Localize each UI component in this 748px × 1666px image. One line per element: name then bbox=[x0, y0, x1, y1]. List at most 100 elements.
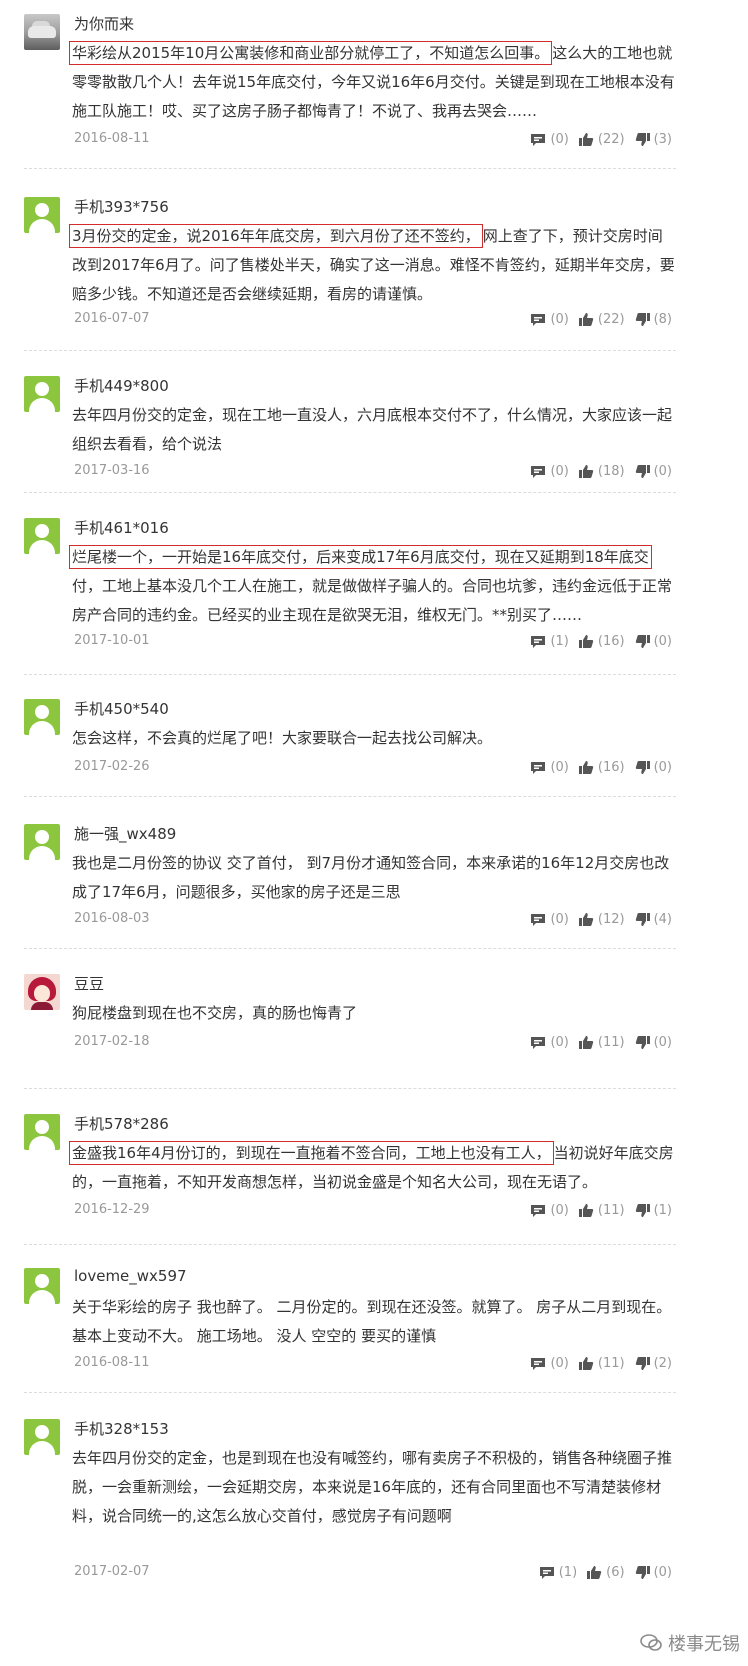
divider bbox=[24, 168, 676, 169]
dislike-button[interactable]: (0) bbox=[635, 1565, 672, 1580]
like-button[interactable]: (11) bbox=[578, 1356, 625, 1371]
username[interactable]: 手机461*016 bbox=[74, 517, 169, 538]
comment-date: 2017-02-26 bbox=[74, 759, 150, 774]
avatar[interactable] bbox=[24, 197, 60, 233]
reply-count: (0) bbox=[550, 1356, 569, 1371]
avatar[interactable] bbox=[24, 1114, 60, 1150]
divider bbox=[24, 674, 676, 675]
like-button[interactable]: (16) bbox=[578, 634, 625, 649]
username[interactable]: 手机393*756 bbox=[74, 196, 169, 217]
dislike-button[interactable]: (0) bbox=[635, 634, 672, 649]
comment-date: 2016-08-11 bbox=[74, 131, 150, 146]
divider bbox=[24, 1392, 676, 1393]
avatar[interactable] bbox=[24, 699, 60, 735]
username[interactable]: 为你而来 bbox=[74, 13, 134, 34]
like-button[interactable]: (12) bbox=[578, 912, 625, 927]
thumbs-down-icon bbox=[635, 1566, 650, 1579]
dislike-count: (3) bbox=[653, 132, 672, 147]
comment-body: 我也是二月份签的协议 交了首付， 到7月份才通知签合同，本来承诺的16年12月交… bbox=[72, 854, 670, 901]
highlight-box: 烂尾楼一个，一开始是16年底交付，后来变成17年6月底交付，现在又延期到18年底… bbox=[69, 545, 652, 569]
dislike-button[interactable]: (1) bbox=[635, 1203, 672, 1218]
like-count: (11) bbox=[597, 1035, 625, 1050]
avatar[interactable] bbox=[24, 824, 60, 860]
thumbs-down-icon bbox=[635, 635, 650, 648]
dislike-button[interactable]: (0) bbox=[635, 464, 672, 479]
comment-meta: 2016-07-07 (0) (22) (8) bbox=[0, 311, 748, 331]
like-button[interactable]: (22) bbox=[578, 132, 625, 147]
like-button[interactable]: (11) bbox=[578, 1203, 625, 1218]
reply-button[interactable]: (0) bbox=[530, 760, 569, 775]
dislike-button[interactable]: (4) bbox=[635, 912, 672, 927]
like-count: (22) bbox=[597, 312, 625, 327]
username[interactable]: 施一强_wx489 bbox=[74, 823, 176, 844]
dislike-button[interactable]: (0) bbox=[635, 760, 672, 775]
comment-date: 2017-03-16 bbox=[74, 463, 150, 478]
like-count: (11) bbox=[597, 1356, 625, 1371]
comment-text: 狗屁楼盘到现在也不交房，真的肠也悔青了 bbox=[72, 999, 676, 1028]
comment-icon bbox=[531, 465, 546, 478]
dislike-count: (0) bbox=[653, 760, 672, 775]
highlight-box: 3月份交的定金，说2016年年底交房，到六月份了还不签约， bbox=[69, 224, 483, 248]
dislike-count: (0) bbox=[653, 1035, 672, 1050]
username[interactable]: loveme_wx597 bbox=[74, 1267, 187, 1285]
wechat-icon bbox=[640, 1634, 662, 1651]
thumbs-up-icon bbox=[578, 465, 594, 478]
reply-button[interactable]: (0) bbox=[530, 312, 569, 327]
comment-meta: 2017-02-18 (0) (11) (0) bbox=[0, 1034, 748, 1054]
dislike-button[interactable]: (2) bbox=[635, 1356, 672, 1371]
comment-meta: 2017-02-26 (0) (16) (0) bbox=[0, 759, 748, 779]
dislike-button[interactable]: (3) bbox=[635, 132, 672, 147]
comment-body: 去年四月份交的定金，也是到现在也没有喊签约，哪有卖房子不积极的，销售各种绕圈子推… bbox=[72, 1449, 673, 1525]
thumbs-down-icon bbox=[635, 913, 650, 926]
like-count: (16) bbox=[597, 760, 625, 775]
reply-button[interactable]: (0) bbox=[530, 132, 569, 147]
highlight-box: 华彩绘从2015年10月公寓装修和商业部分就停工了，不知道怎么回事。 bbox=[69, 41, 553, 65]
reply-button[interactable]: (0) bbox=[530, 1203, 569, 1218]
reply-button[interactable]: (1) bbox=[539, 1565, 577, 1580]
thumbs-up-icon bbox=[578, 913, 594, 926]
comment-icon bbox=[531, 913, 546, 926]
like-button[interactable]: (11) bbox=[578, 1035, 625, 1050]
avatar[interactable] bbox=[24, 14, 60, 50]
like-button[interactable]: (18) bbox=[578, 464, 625, 479]
divider bbox=[24, 796, 676, 797]
username[interactable]: 手机450*540 bbox=[74, 698, 169, 719]
reply-count: (0) bbox=[550, 1203, 569, 1218]
username[interactable]: 手机328*153 bbox=[74, 1418, 169, 1439]
reply-count: (0) bbox=[550, 312, 569, 327]
thumbs-down-icon bbox=[635, 465, 650, 478]
username[interactable]: 手机578*286 bbox=[74, 1113, 169, 1134]
comment-body: 怎会这样，不会真的烂尾了吧！大家要联合一起去找公司解决。 bbox=[72, 729, 493, 747]
thumbs-down-icon bbox=[635, 1357, 650, 1370]
reply-button[interactable]: (0) bbox=[530, 1035, 569, 1050]
avatar[interactable] bbox=[24, 1419, 60, 1455]
like-count: (6) bbox=[606, 1565, 625, 1580]
reply-button[interactable]: (1) bbox=[530, 634, 569, 649]
thumbs-up-icon bbox=[578, 635, 594, 648]
avatar[interactable] bbox=[24, 1268, 60, 1304]
username[interactable]: 豆豆 bbox=[74, 973, 104, 994]
comment-icon bbox=[531, 1357, 546, 1370]
comment-meta: 2017-02-07 (1) (6) (0) bbox=[0, 1564, 748, 1584]
reply-count: (0) bbox=[550, 132, 569, 147]
reply-count: (1) bbox=[558, 1565, 578, 1580]
reply-button[interactable]: (0) bbox=[530, 912, 569, 927]
comment-text: 怎会这样，不会真的烂尾了吧！大家要联合一起去找公司解决。 bbox=[72, 724, 676, 753]
dislike-button[interactable]: (0) bbox=[635, 1035, 672, 1050]
like-button[interactable]: (22) bbox=[578, 312, 625, 327]
reply-button[interactable]: (0) bbox=[530, 464, 569, 479]
avatar[interactable] bbox=[24, 974, 60, 1010]
like-count: (18) bbox=[597, 464, 625, 479]
like-button[interactable]: (16) bbox=[578, 760, 625, 775]
avatar[interactable] bbox=[24, 518, 60, 554]
dislike-button[interactable]: (8) bbox=[635, 312, 672, 327]
like-button[interactable]: (6) bbox=[587, 1565, 625, 1580]
reply-button[interactable]: (0) bbox=[530, 1356, 569, 1371]
comment-date: 2016-08-11 bbox=[74, 1355, 150, 1370]
avatar[interactable] bbox=[24, 376, 60, 412]
comment-text: 华彩绘从2015年10月公寓装修和商业部分就停工了，不知道怎么回事。 这么大的工地… bbox=[69, 39, 676, 126]
comment-icon bbox=[531, 1204, 546, 1217]
highlight-box: 金盛我16年4月份订的，到现在一直拖着不签合同，工地上也没有工人， bbox=[69, 1141, 554, 1165]
username[interactable]: 手机449*800 bbox=[74, 375, 169, 396]
comment-text: 关于华彩绘的房子 我也醉了。 二月份定的。到现在还没签。就算了。 房子从二月到现… bbox=[72, 1293, 676, 1351]
